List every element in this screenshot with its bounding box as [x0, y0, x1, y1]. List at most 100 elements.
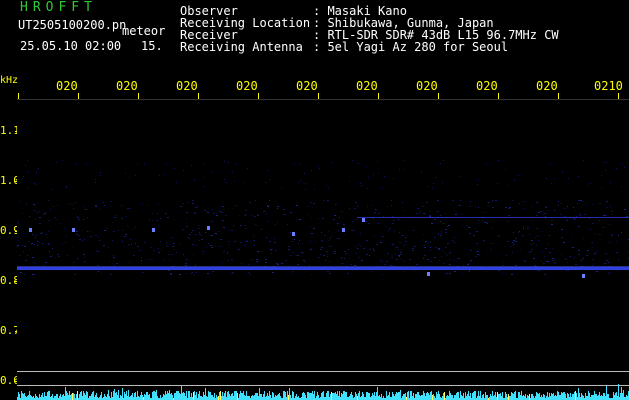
noise-speck: [415, 270, 416, 271]
noise-speck: [272, 272, 274, 273]
noise-speck: [382, 236, 384, 237]
amplitude-bar: [342, 394, 343, 400]
amplitude-bar: [24, 393, 25, 400]
noise-speck: [253, 235, 255, 236]
amplitude-bar: [95, 395, 96, 400]
amplitude-bar: [171, 393, 172, 400]
amplitude-bar: [114, 389, 115, 400]
amplitude-bar: [28, 395, 29, 400]
noise-speck: [290, 232, 291, 233]
amplitude-bar: [603, 393, 604, 400]
noise-speck: [610, 182, 611, 183]
amplitude-bar: [607, 394, 608, 400]
noise-speck: [212, 221, 213, 222]
noise-speck: [204, 210, 206, 211]
amplitude-bar: [478, 391, 479, 400]
amplitude-bar: [375, 396, 376, 400]
noise-speck: [538, 235, 539, 236]
noise-speck: [195, 207, 197, 208]
amplitude-bar: [512, 393, 513, 400]
x-tick-label: 020: [296, 79, 318, 93]
noise-speck: [608, 262, 609, 263]
noise-speck: [531, 220, 532, 221]
amplitude-bar: [323, 391, 324, 400]
amplitude-bar: [296, 394, 297, 400]
noise-speck: [122, 241, 123, 242]
amplitude-bar: [198, 394, 199, 400]
amplitude-bar: [456, 393, 457, 400]
noise-speck: [227, 252, 228, 253]
noise-speck: [544, 274, 546, 275]
amplitude-bar: [544, 395, 545, 400]
noise-speck: [168, 270, 170, 271]
amplitude-bar: [128, 390, 129, 400]
amplitude-bar: [46, 396, 47, 400]
noise-speck: [233, 225, 234, 226]
noise-speck: [469, 206, 471, 207]
noise-speck: [164, 174, 165, 175]
noise-speck: [257, 215, 259, 216]
noise-speck: [568, 270, 569, 271]
noise-speck: [574, 257, 575, 258]
noise-speck: [34, 244, 35, 245]
amplitude-bar: [80, 392, 81, 400]
noise-speck: [173, 249, 174, 250]
noise-speck: [355, 202, 357, 203]
noise-speck: [353, 230, 355, 231]
noise-speck: [578, 254, 580, 255]
noise-speck: [66, 186, 67, 187]
noise-speck: [402, 235, 404, 236]
noise-speck: [512, 200, 514, 201]
amplitude-bar: [345, 392, 346, 400]
noise-speck: [267, 205, 268, 206]
noise-speck: [327, 271, 329, 272]
noise-speck: [300, 180, 301, 181]
x-tick-label: 020: [536, 79, 558, 93]
noise-speck: [182, 229, 184, 230]
amplitude-bar: [234, 391, 235, 400]
noise-speck: [140, 250, 141, 251]
amplitude-bar: [298, 396, 299, 400]
noise-speck: [576, 216, 577, 217]
amplitude-bar: [588, 391, 589, 400]
noise-speck: [572, 235, 573, 236]
noise-speck: [367, 206, 368, 207]
amplitude-bar: [474, 391, 475, 400]
amplitude-bar: [498, 394, 499, 400]
noise-speck: [219, 246, 221, 247]
noise-speck: [327, 200, 329, 201]
noise-speck: [352, 221, 353, 222]
noise-speck: [388, 230, 389, 231]
noise-speck: [195, 265, 196, 266]
noise-speck: [430, 247, 431, 248]
noise-speck: [253, 237, 254, 238]
noise-speck: [376, 244, 378, 245]
noise-speck: [166, 242, 168, 243]
noise-speck: [131, 244, 132, 245]
noise-speck: [149, 220, 150, 221]
noise-speck: [437, 211, 439, 212]
noise-speck: [244, 245, 246, 246]
noise-speck: [310, 202, 312, 203]
noise-speck: [255, 224, 256, 225]
noise-speck: [347, 273, 349, 274]
noise-speck: [380, 260, 381, 261]
noise-speck: [391, 200, 392, 201]
amplitude-bar: [408, 391, 409, 400]
noise-speck: [462, 214, 463, 215]
amplitude-bar: [268, 396, 269, 400]
noise-speck: [225, 215, 227, 216]
amplitude-bar: [82, 396, 83, 400]
noise-speck: [228, 241, 230, 242]
noise-speck: [39, 210, 40, 211]
meteor-ping: [342, 228, 345, 232]
amplitude-bar: [400, 390, 401, 400]
noise-speck: [540, 211, 542, 212]
noise-speck: [531, 249, 533, 250]
amplitude-bar: [357, 396, 358, 400]
noise-speck: [524, 208, 525, 209]
amplitude-bar: [260, 394, 261, 400]
noise-speck: [367, 254, 368, 255]
noise-speck: [362, 185, 363, 186]
amplitude-bar: [109, 396, 110, 400]
